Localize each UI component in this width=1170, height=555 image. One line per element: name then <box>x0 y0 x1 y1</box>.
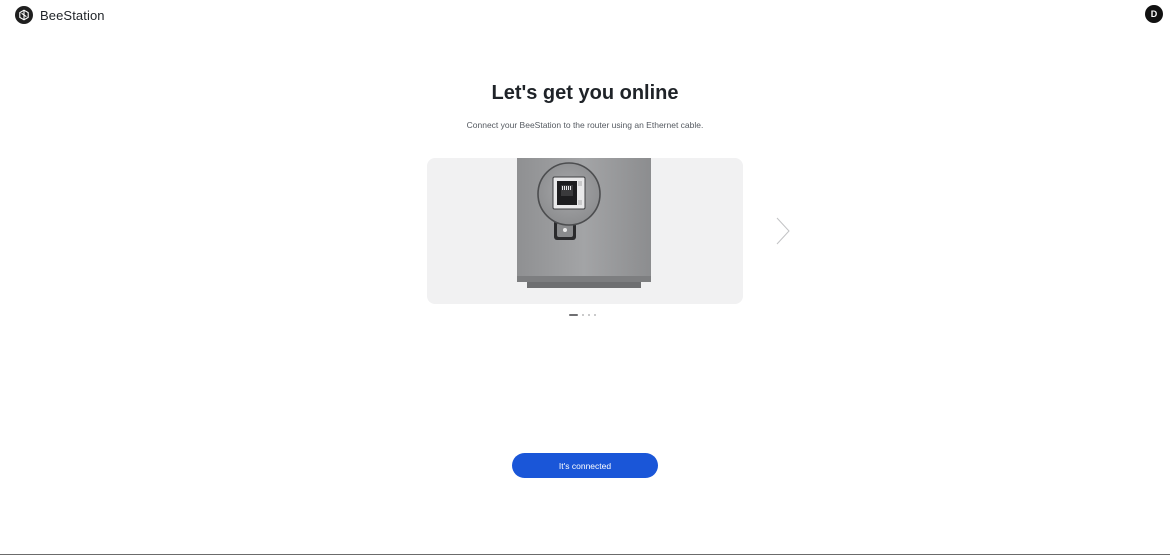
carousel-dot-4[interactable] <box>594 314 596 316</box>
its-connected-button[interactable]: It's connected <box>512 453 658 478</box>
app-name: BeeStation <box>40 7 105 23</box>
setup-page: BeeStation D Let's get you online Connec… <box>0 0 1170 555</box>
setup-carousel <box>427 158 743 304</box>
brand[interactable]: BeeStation <box>15 6 105 24</box>
carousel-dot-2[interactable] <box>582 314 584 316</box>
beestation-ethernet-port-illustration <box>517 158 651 288</box>
page-title: Let's get you online <box>491 82 679 104</box>
carousel-dot-1[interactable] <box>569 314 578 316</box>
user-avatar[interactable]: D <box>1145 5 1163 23</box>
page-subtitle: Connect your BeeStation to the router us… <box>466 120 704 130</box>
carousel-dot-3[interactable] <box>588 314 590 316</box>
carousel-pagination <box>569 314 596 316</box>
chevron-right-icon[interactable] <box>772 216 794 246</box>
beestation-logo-icon <box>15 6 33 24</box>
